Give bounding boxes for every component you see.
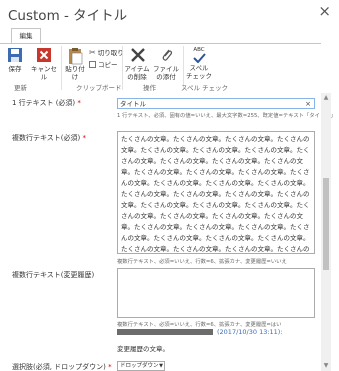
group-commit-label: 更新 [14, 84, 27, 92]
multi-line-label: 複数行テキスト(必須) * [12, 133, 86, 143]
scroll-down-icon[interactable]: ▼ [321, 361, 331, 371]
abc-icon: ABC [193, 47, 205, 53]
ribbon: 保存 キャンセル 更新 貼り付け ✂ 切り取り コピー クリップボード アイテム… [0, 43, 321, 93]
history-entry-header: (2017/10/30 13:11): [117, 328, 283, 336]
paste-label: 貼り付け [65, 65, 85, 81]
tab-edit[interactable]: 編集 [11, 28, 41, 43]
choice-label: 選択肢(必須, ドロップダウン) * [12, 362, 112, 371]
copy-button[interactable]: コピー [89, 59, 118, 69]
spell-check-label: スペル チェック [186, 64, 212, 80]
scrollbar-thumb[interactable] [323, 178, 329, 270]
history-entry-text: 変更履歴の文章。 [117, 345, 169, 353]
delete-item-label: アイテムの削除 [124, 65, 150, 81]
cancel-label: キャンセル [31, 65, 57, 81]
choice-selected-value: ドロップダウン [120, 363, 159, 369]
close-icon[interactable]: × [318, 2, 331, 20]
multi-line-value: たくさんの文章。たくさんの文章。たくさんの文章。たくさんの文章。たくさんの文章。… [121, 135, 310, 253]
copy-icon [89, 60, 96, 68]
single-line-label: 1 行テキスト (必須) * [12, 98, 81, 108]
history-author-redacted [117, 329, 213, 335]
single-line-value: タイトル [120, 100, 146, 108]
paste-icon [69, 48, 83, 65]
history-entry-time[interactable]: (2017/10/30 13:11): [217, 328, 283, 336]
attach-file-label: ファイルの添付 [153, 65, 179, 81]
multi-line-textarea[interactable]: たくさんの文章。たくさんの文章。たくさんの文章。たくさんの文章。たくさんの文章。… [117, 131, 315, 254]
dialog-title: Custom - タイトル [8, 8, 128, 24]
choice-dropdown[interactable]: ドロップダウン ▼ [117, 361, 165, 371]
cut-button[interactable]: ✂ 切り取り [89, 47, 124, 58]
scroll-up-icon[interactable]: ▲ [321, 93, 331, 103]
history-hint: 複数行テキスト、必須=いいえ、行数=6、拡張カナ、変更履歴=はい [117, 322, 282, 328]
single-line-label-text: 1 行テキスト (必須) [12, 99, 76, 107]
multi-line-hint: 複数行テキスト、必須=いいえ、行数=6、拡張カナ、変更履歴=いいえ [117, 259, 287, 265]
edit-item-dialog: Custom - タイトル × 編集 保存 キャンセル 更新 貼り付け ✂ 切り… [0, 0, 339, 371]
delete-icon [131, 48, 145, 62]
copy-label: コピー [98, 61, 118, 69]
group-spelling-label: スペル チェック [181, 84, 229, 92]
single-line-hint: 1 行テキスト、必須、固有の値=いいえ、最大文字数=255、既定値=テキスト「タ… [117, 113, 336, 119]
group-clipboard-label: クリップボード [76, 84, 122, 92]
spell-check-button[interactable]: ABC スペル チェック [186, 47, 212, 80]
required-mark: * [82, 134, 87, 142]
scissors-icon: ✂ [89, 47, 96, 57]
paste-button[interactable]: 貼り付け [63, 47, 87, 81]
required-mark: * [108, 363, 112, 371]
save-label: 保存 [8, 65, 22, 73]
save-button[interactable]: 保存 [4, 47, 26, 73]
cancel-icon [37, 48, 51, 62]
multi-line-label-text: 複数行テキスト(必須) [12, 134, 81, 142]
history-label: 複数行テキスト(変更履歴) [12, 271, 95, 279]
vertical-scrollbar[interactable]: ▲ ▼ [321, 93, 331, 371]
checkmark-icon [193, 53, 206, 63]
delete-item-button[interactable]: アイテムの削除 [124, 47, 152, 81]
group-actions-label: 操作 [143, 84, 156, 92]
chevron-down-icon: ▼ [159, 363, 163, 369]
attach-file-button[interactable]: ファイルの添付 [153, 47, 181, 81]
history-textarea[interactable] [117, 268, 315, 318]
single-line-input[interactable]: タイトル × [117, 98, 315, 109]
cut-label: 切り取り [97, 49, 124, 57]
clear-icon[interactable]: × [305, 99, 311, 109]
required-mark: * [77, 99, 81, 107]
attach-icon [162, 49, 173, 61]
save-icon [8, 48, 22, 62]
group-separator [61, 46, 62, 90]
cancel-button[interactable]: キャンセル [29, 47, 59, 81]
choice-label-text: 選択肢(必須, ドロップダウン) [12, 363, 106, 371]
